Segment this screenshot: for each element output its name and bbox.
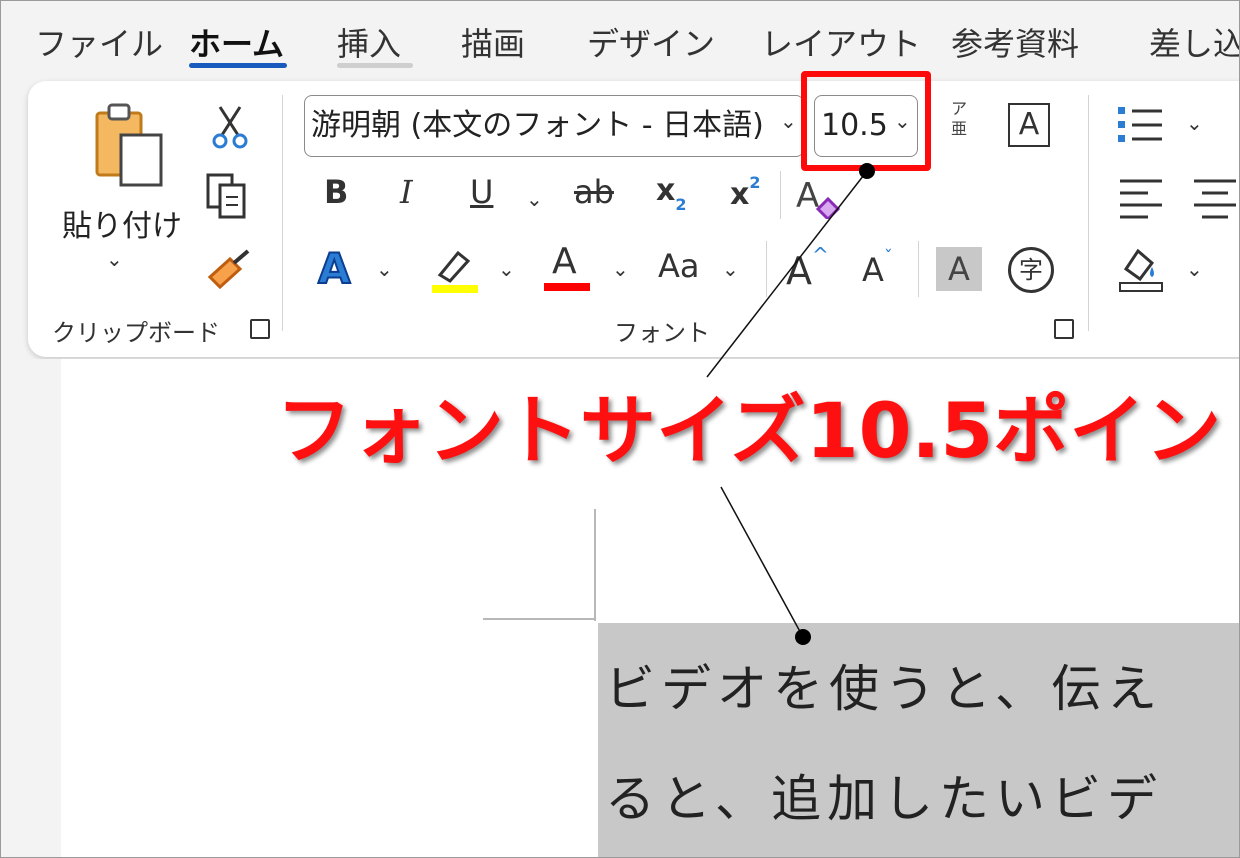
leader-line-bottom <box>720 486 804 638</box>
leader-dot-top <box>859 163 875 179</box>
word-window: ファイル ホーム 挿入 描画 デザイン レイアウト 参考資料 差し込 貼り付け ⌄ <box>0 0 1240 858</box>
leader-dot-bottom <box>795 629 811 645</box>
leader-line-top <box>706 170 868 378</box>
font-size-callout: フォントサイズ10.5ポイント <box>276 386 1240 475</box>
